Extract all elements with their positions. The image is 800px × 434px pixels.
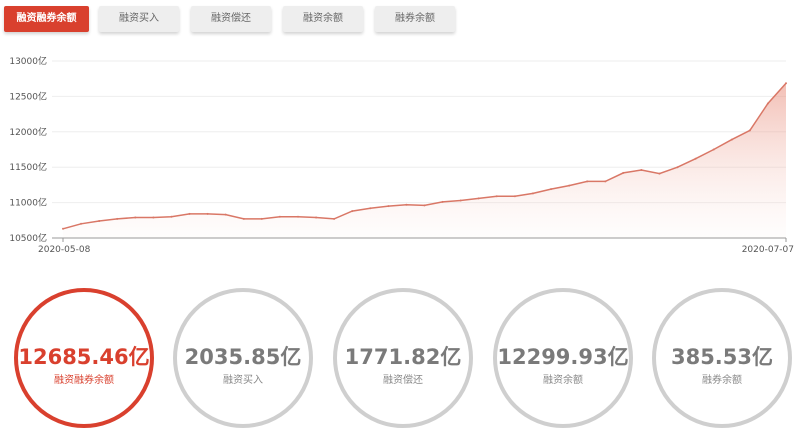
- data-point: [278, 215, 281, 218]
- data-point: [640, 169, 643, 171]
- data-point: [748, 129, 751, 132]
- data-point: [260, 217, 263, 220]
- y-axis-ticks: 10500亿 11000亿 11500亿 12000亿 12500亿 13000亿: [9, 55, 47, 244]
- data-point: [495, 195, 498, 198]
- data-point: [532, 192, 534, 195]
- stat-value: 385.53亿: [670, 345, 774, 369]
- y-tick-label: 11500亿: [9, 161, 47, 173]
- data-point: [405, 203, 408, 206]
- balance-area-chart: 10500亿 11000亿 11500亿 12000亿 12500亿 13000亿 202…: [9, 55, 794, 255]
- stat-value: 12685.46亿: [18, 345, 150, 369]
- x-tick-label: 2020-07-07: [742, 245, 794, 255]
- stat-value: 12299.93亿: [497, 345, 629, 369]
- data-point: [423, 204, 426, 207]
- data-point: [586, 180, 589, 183]
- stat-margin-balance[interactable]: 12685.46亿 融资融券余额: [14, 288, 154, 428]
- y-tick-label: 11000亿: [9, 197, 47, 209]
- stat-financing-repay[interactable]: 1771.82亿 融资偿还: [333, 288, 473, 428]
- data-point: [766, 102, 769, 105]
- data-point: [134, 216, 137, 219]
- y-tick-label: 12500亿: [9, 90, 47, 102]
- tab-financing-repay[interactable]: 融资偿还: [191, 6, 271, 32]
- x-axis-ticks: 2020-05-08 2020-07-07: [38, 238, 794, 255]
- tab-bar: 融资融券余额 融资买入 融资偿还 融资余额 融券余额: [0, 0, 800, 44]
- y-tick-label: 12000亿: [9, 126, 47, 138]
- data-point: [477, 197, 480, 200]
- data-point: [188, 212, 191, 215]
- stat-label: 融资融券余额: [54, 375, 114, 386]
- data-point: [387, 205, 390, 208]
- stat-financing-balance[interactable]: 12299.93亿 融资余额: [493, 288, 633, 428]
- stat-short-balance[interactable]: 385.53亿 融券余额: [652, 288, 792, 428]
- tab-short-balance[interactable]: 融券余额: [375, 6, 455, 32]
- y-tick-label: 10500亿: [9, 232, 47, 244]
- data-point: [441, 200, 444, 203]
- data-point: [730, 138, 733, 141]
- data-point: [224, 213, 227, 216]
- data-point: [333, 217, 336, 220]
- tab-financing-balance[interactable]: 融资余额: [283, 6, 363, 32]
- stat-label: 融资余额: [543, 375, 583, 386]
- stat-label: 融资买入: [223, 375, 263, 386]
- data-point: [676, 166, 679, 169]
- data-point: [116, 217, 119, 220]
- stat-label: 融资偿还: [383, 375, 423, 386]
- data-point: [315, 216, 318, 219]
- data-point: [694, 157, 697, 160]
- data-point: [712, 148, 715, 151]
- data-point: [568, 184, 571, 187]
- tab-financing-buy[interactable]: 融资买入: [99, 6, 179, 32]
- data-point: [206, 212, 209, 215]
- stat-value: 2035.85亿: [184, 345, 302, 369]
- data-point: [62, 227, 64, 230]
- stat-label: 融券余额: [702, 375, 742, 386]
- data-point: [152, 216, 155, 219]
- summary-stats: 12685.46亿 融资融券余额 2035.85亿 融资买入 1771.82亿 …: [0, 284, 800, 434]
- y-tick-label: 13000亿: [9, 55, 47, 67]
- data-point: [459, 199, 462, 202]
- data-point: [550, 188, 552, 191]
- data-point: [513, 195, 516, 198]
- data-point: [297, 215, 299, 218]
- x-tick-label: 2020-05-08: [38, 245, 91, 255]
- data-point: [242, 217, 245, 220]
- area-fill: [63, 83, 786, 238]
- data-point: [369, 207, 372, 210]
- stat-value: 1771.82亿: [344, 345, 462, 369]
- data-point: [604, 180, 607, 183]
- data-point: [170, 215, 173, 218]
- data-point: [80, 222, 83, 225]
- stat-financing-buy[interactable]: 2035.85亿 融资买入: [173, 288, 313, 428]
- data-point: [351, 210, 354, 213]
- data-point: [98, 220, 101, 222]
- data-point: [785, 82, 787, 85]
- tab-margin-balance[interactable]: 融资融券余额: [4, 6, 89, 32]
- data-point: [622, 171, 625, 174]
- data-point: [658, 172, 661, 175]
